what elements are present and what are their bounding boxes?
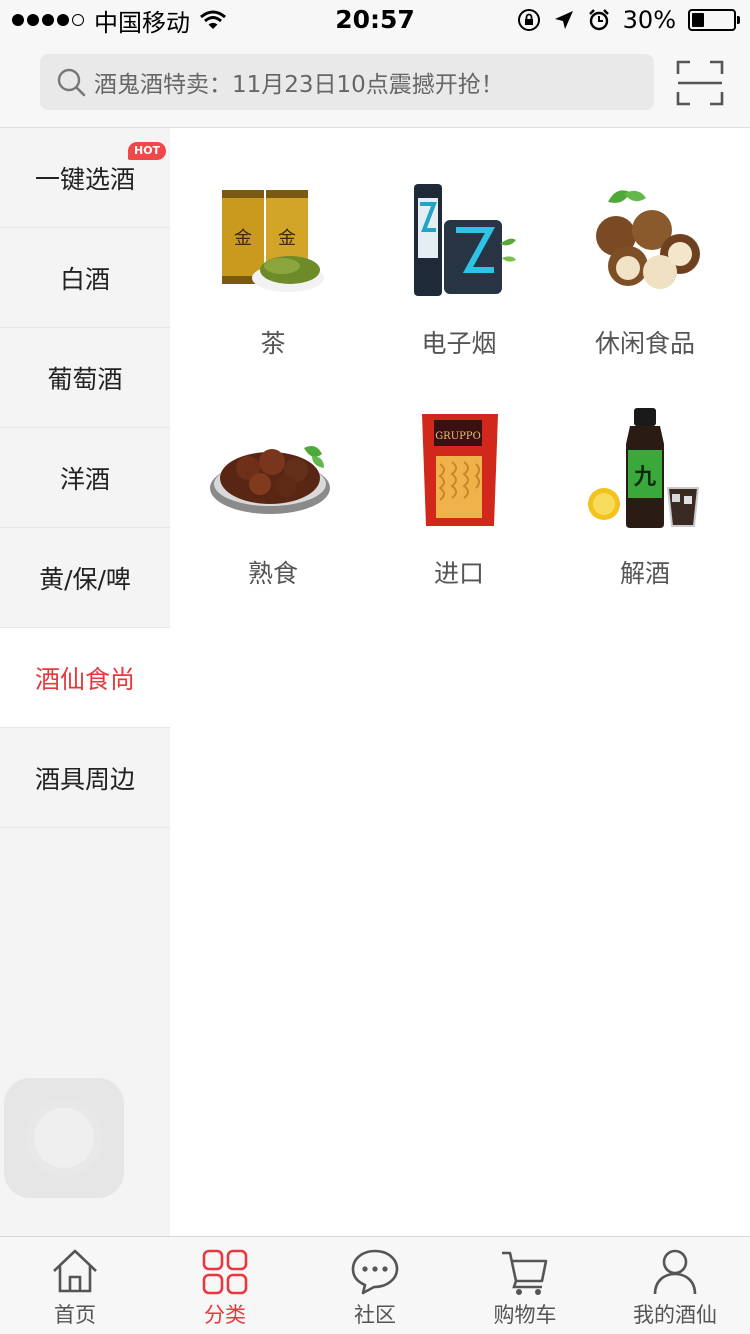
- tab-label: 购物车: [493, 1303, 557, 1327]
- sidebar-item-label: 葡萄酒: [47, 364, 123, 394]
- subcategory-label: 茶: [260, 329, 286, 358]
- assistive-touch-button[interactable]: [4, 1078, 124, 1198]
- subcategory-item-tea[interactable]: 金 金 茶: [180, 168, 366, 378]
- svg-text:金: 金: [278, 228, 296, 249]
- subcategory-label: 进口: [433, 559, 484, 588]
- sidebar-item-label: 白酒: [59, 264, 110, 294]
- sidebar-item-label: 洋酒: [59, 464, 110, 494]
- scan-qr-button[interactable]: [676, 60, 724, 106]
- subcategory-panel: 金 金 茶 电子烟 休闲食品 熟食 GRUPPO 进口 九 解酒: [170, 128, 750, 1236]
- hot-badge: HOT: [128, 142, 167, 160]
- category-grid-icon: [202, 1249, 248, 1295]
- sidebar-item-label: 黄/保/啤: [39, 564, 131, 594]
- pasta-bag-icon: GRUPPO: [422, 414, 498, 526]
- tab-label: 分类: [204, 1303, 246, 1327]
- cart-icon: [502, 1251, 548, 1295]
- subcategory-item-snacks[interactable]: 休闲食品: [552, 168, 738, 378]
- search-icon: [57, 68, 86, 97]
- tab-category[interactable]: 分类: [150, 1237, 300, 1334]
- status-right: 30%: [517, 4, 740, 36]
- tab-profile[interactable]: 我的酒仙: [600, 1237, 750, 1334]
- sidebar-item-label: 酒仙食尚: [34, 664, 135, 694]
- home-icon: [53, 1249, 97, 1293]
- battery-level-fill: [692, 13, 704, 27]
- user-icon: [653, 1249, 697, 1295]
- sidebar-item-quick-pick[interactable]: 一键选酒 HOT: [0, 128, 170, 228]
- sidebar-item-food[interactable]: 酒仙食尚: [0, 628, 170, 728]
- tab-label: 社区: [354, 1303, 396, 1327]
- subcategory-label: 电子烟: [421, 329, 497, 358]
- battery-percentage: 30%: [622, 6, 676, 34]
- subcategory-item-deli[interactable]: 熟食: [180, 398, 366, 608]
- subcategory-grid: 金 金 茶 电子烟 休闲食品 熟食 GRUPPO 进口 九 解酒: [180, 168, 740, 608]
- svg-text:金: 金: [234, 228, 252, 249]
- svg-text:九: 九: [633, 465, 656, 490]
- subcategory-label: 熟食: [247, 559, 298, 588]
- macadamia-nuts-icon: [596, 190, 700, 289]
- sidebar-item-baijiu[interactable]: 白酒: [0, 228, 170, 328]
- header: 酒鬼酒特卖：11月23日10点震撼开抢！: [0, 40, 750, 128]
- search-input[interactable]: 酒鬼酒特卖：11月23日10点震撼开抢！: [40, 54, 654, 110]
- tab-label: 首页: [54, 1303, 96, 1327]
- tea-tins-icon: 金 金: [222, 190, 324, 292]
- alarm-clock-icon: [588, 9, 609, 31]
- bottom-tab-bar: 首页 分类 社区 购物车 我的酒仙: [0, 1236, 750, 1334]
- sidebar-item-label: 酒具周边: [34, 764, 135, 794]
- tab-cart[interactable]: 购物车: [450, 1237, 600, 1334]
- sidebar-item-wine[interactable]: 葡萄酒: [0, 328, 170, 428]
- status-bar: 中国移动 20:57 30%: [0, 0, 750, 40]
- sidebar-item-accessories[interactable]: 酒具周边: [0, 728, 170, 828]
- subcategory-item-e-cigarette[interactable]: 电子烟: [366, 168, 552, 378]
- search-placeholder: 酒鬼酒特卖：11月23日10点震撼开抢！: [94, 72, 504, 98]
- subcategory-item-hangover[interactable]: 九 解酒: [552, 398, 738, 608]
- e-cigarette-icon: [414, 184, 516, 296]
- assistive-touch-inner: [34, 1108, 94, 1168]
- subcategory-label: 休闲食品: [594, 329, 695, 358]
- sidebar-item-label: 一键选酒: [34, 164, 135, 194]
- category-sidebar: 一键选酒 HOT 白酒 葡萄酒 洋酒 黄/保/啤 酒仙食尚 酒具周边: [0, 128, 170, 1236]
- sidebar-item-foreign-liquor[interactable]: 洋酒: [0, 428, 170, 528]
- tab-label: 我的酒仙: [633, 1303, 717, 1327]
- hangover-drink-icon: 九: [588, 408, 700, 528]
- chat-bubble-icon: [351, 1249, 399, 1295]
- tab-community[interactable]: 社区: [300, 1237, 450, 1334]
- orientation-lock-icon: [517, 9, 540, 31]
- subcategory-label: 解酒: [619, 559, 670, 588]
- subcategory-item-imported[interactable]: GRUPPO 进口: [366, 398, 552, 608]
- svg-text:GRUPPO: GRUPPO: [435, 431, 481, 442]
- tab-home[interactable]: 首页: [0, 1237, 150, 1334]
- braised-meat-icon: [210, 446, 330, 514]
- sidebar-item-yellow-health-beer[interactable]: 黄/保/啤: [0, 528, 170, 628]
- location-arrow-icon: [554, 11, 573, 29]
- battery-icon: [688, 9, 740, 31]
